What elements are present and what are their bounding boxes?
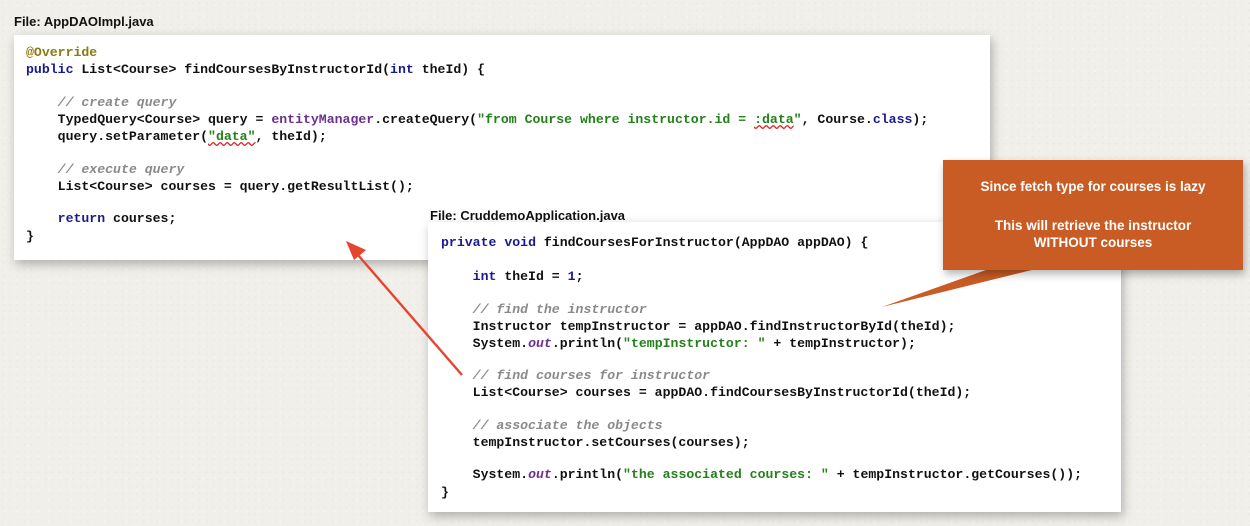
code-token: findCoursesForInstructor(AppDAO appDAO) …: [535, 235, 869, 250]
code-token: , Course.: [801, 112, 873, 127]
code-token: "data": [208, 129, 256, 144]
code-token: theId =: [496, 269, 568, 284]
code-line: tempInstructor.setCourses(courses);: [441, 434, 750, 451]
code-line: private void findCoursesForInstructor(Ap…: [441, 234, 868, 251]
callout-text-retrieve: This will retrieve the instructor WITHOU…: [943, 217, 1243, 251]
code-token: :data: [754, 112, 794, 127]
code-token: public: [26, 62, 74, 77]
code-token: out: [528, 467, 552, 482]
code-token: void: [504, 235, 536, 250]
code-token: tempInstructor.setCourses(courses);: [441, 435, 750, 450]
code-token: // find courses for instructor: [441, 368, 711, 383]
code-line: query.setParameter("data", theId);: [26, 128, 327, 145]
code-token: .createQuery(: [374, 112, 478, 127]
code-token: System.: [441, 336, 529, 351]
code-line: System.out.println("tempInstructor: " + …: [441, 335, 916, 352]
file-label-cruddemoapplication: File: CruddemoApplication.java: [430, 208, 626, 223]
code-token: int: [390, 62, 414, 77]
code-token: // create query: [26, 95, 177, 110]
code-token: ;: [575, 269, 584, 284]
code-line: // find courses for instructor: [441, 367, 710, 384]
code-token: + tempInstructor);: [765, 336, 916, 351]
code-line: // associate the objects: [441, 417, 663, 434]
code-token: out: [528, 336, 552, 351]
code-token: }: [26, 229, 34, 244]
file-label-appdaoimpl: File: AppDAOImpl.java: [14, 14, 154, 29]
code-token: theId) {: [413, 62, 486, 77]
code-token: @Override: [26, 45, 98, 60]
callout-text-line: This will retrieve the instructor: [994, 218, 1192, 233]
code-line: }: [441, 484, 449, 501]
code-token: + tempInstructor.getCourses());: [828, 467, 1083, 482]
code-line: return courses;: [26, 210, 177, 227]
code-token: courses;: [105, 211, 177, 226]
callout-text-line: WITHOUT courses: [1033, 235, 1153, 250]
code-block: @Override public List<Course> findCourse…: [14, 35, 928, 244]
code-line: List<Course> courses = query.getResultLi…: [26, 178, 414, 195]
code-line: // create query: [26, 94, 177, 111]
code-line: // find the instructor: [441, 301, 647, 318]
code-line: TypedQuery<Course> query = entityManager…: [26, 111, 929, 128]
code-token: private: [441, 235, 497, 250]
code-token: System.: [441, 467, 529, 482]
code-token: , theId);: [255, 129, 327, 144]
code-token: class: [872, 112, 913, 127]
callout-box: Since fetch type for courses is lazy Thi…: [943, 160, 1243, 270]
code-token: List<Course> courses = query.getResultLi…: [26, 179, 414, 194]
callout-text-lazy: Since fetch type for courses is lazy: [980, 179, 1206, 194]
code-block: private void findCoursesForInstructor(Ap…: [428, 222, 1082, 500]
code-line: @Override: [26, 44, 97, 61]
code-line: // execute query: [26, 161, 185, 178]
code-token: int: [472, 269, 497, 284]
code-line: public List<Course> findCoursesByInstruc…: [26, 61, 485, 78]
code-token: "the associated courses: ": [623, 467, 829, 482]
code-token: ": [793, 112, 802, 127]
code-line: System.out.println("the associated cours…: [441, 466, 1082, 483]
code-token: return: [57, 211, 106, 226]
code-token: List<Course> findCoursesByInstructorId(: [73, 62, 391, 77]
code-token: Instructor tempInstructor = appDAO.findI…: [441, 319, 956, 334]
code-token: entityManager: [271, 112, 375, 127]
code-token: 1: [567, 269, 576, 284]
code-token: // find the instructor: [441, 302, 647, 317]
code-line: Instructor tempInstructor = appDAO.findI…: [441, 318, 956, 335]
code-token: query.setParameter(: [26, 129, 209, 144]
code-line: }: [26, 228, 34, 245]
code-token: .println(: [551, 467, 624, 482]
code-token: // associate the objects: [441, 418, 663, 433]
code-token: // execute query: [26, 162, 185, 177]
code-line: int theId = 1;: [441, 268, 584, 285]
code-token: .println(: [551, 336, 624, 351]
code-token: }: [441, 485, 449, 500]
code-line: List<Course> courses = appDAO.findCourse…: [441, 384, 972, 401]
code-token: "from Course where instructor.id =: [477, 112, 755, 127]
code-token: TypedQuery<Course> query =: [26, 112, 272, 127]
code-token: );: [912, 112, 929, 127]
code-token: List<Course> courses = appDAO.findCourse…: [441, 385, 972, 400]
code-token: "tempInstructor: ": [623, 336, 766, 351]
